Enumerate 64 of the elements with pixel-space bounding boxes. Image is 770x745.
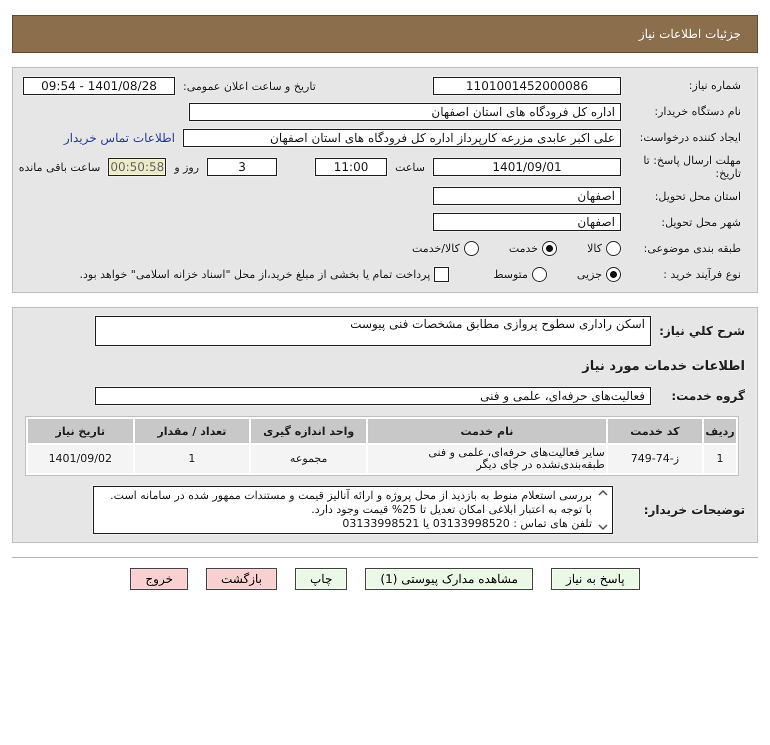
field-label: توضیحات خریدار: [645, 502, 745, 518]
column-header: کد خدمت [608, 419, 702, 444]
radio-label: جزیی [576, 268, 602, 281]
column-header: تعداد / مقدار [134, 419, 250, 444]
section-title: اطلاعات خدمات مورد نیاز [582, 358, 745, 374]
radio-button[interactable] [532, 266, 547, 282]
field-label: شرح کلي نياز: [659, 324, 745, 339]
remaining-time-field: 00:50:58 [108, 158, 166, 176]
action-button[interactable]: چاپ [295, 568, 348, 590]
time-label: ساعت [395, 160, 425, 174]
radio-label: متوسط [493, 268, 528, 281]
action-button[interactable]: مشاهده مدارک پیوستی (1) [365, 568, 533, 590]
table-cell: ز-74-749 [608, 445, 702, 474]
radio-label: خدمت [508, 242, 538, 255]
contact-link[interactable]: اطلاعات تماس خریدار [64, 131, 175, 145]
action-button[interactable]: خروج [130, 568, 188, 590]
table-cell: 1401/09/02 [28, 445, 133, 474]
note-line: با توجه به اعتبار ابلاغی امکان تعدیل تا 25% قیمت وجود دارد. [310, 503, 592, 517]
field-label: طبقه بندی موضوعی: [642, 242, 741, 255]
field-label: نام دستگاه خریدار: [653, 105, 741, 119]
checkbox-label: پرداخت تمام یا بخشی از مبلغ خرید،از محل "اسناد خزانه اسلامی" خواهد بود. [80, 268, 430, 281]
field-label: گروه خدمت: [670, 389, 745, 404]
field-label: نوع فرآیند خرید : [662, 268, 741, 281]
radio-label: کالا [587, 242, 602, 255]
action-button[interactable]: پاسخ به نیاز [550, 568, 640, 590]
column-header: واحد اندازه گیری [251, 419, 366, 444]
table-cell: سایر فعالیت‌های حرفه‌ای، علمی و فنی طبقه‌بندی‌نشده در جای دیگر [368, 445, 606, 474]
radio-button[interactable] [606, 266, 621, 282]
column-header: ردیف [704, 419, 736, 444]
action-button[interactable]: بازگشت [206, 568, 277, 590]
days-label: روز و [174, 160, 200, 174]
buyer-field: اداره کل فرودگاه های استان اصفهان [189, 103, 621, 121]
need-number-field: 1101001452000086 [433, 77, 621, 95]
page-title-bar: جزئیات اطلاعات نیاز [12, 15, 758, 53]
radio-button[interactable] [606, 240, 621, 256]
scroll-down-icon [598, 524, 608, 531]
note-line: تلفن های تماس : 03133998520 یا 03133998521 [341, 516, 592, 531]
field-label: شهر محل تحویل: [660, 216, 741, 229]
radio-label: کالا/خدمت [412, 242, 460, 255]
table-cell: مجموعه [251, 445, 366, 474]
scroll-up-icon [598, 489, 608, 496]
note-line: بررسی استعلام منوط به بازدید از محل پروژه و ارائه آنالیز قیمت و مستندات ممهور شده در سامانه است. [109, 489, 592, 504]
field-label: شماره نیاز: [688, 79, 741, 93]
field-label: استان محل تحویل: [654, 190, 741, 203]
radio-button[interactable] [542, 240, 558, 256]
province-field: اصفهان [433, 187, 621, 206]
deadline-time-field: 11:00 [315, 158, 388, 176]
field-label: تاریخ و ساعت اعلان عمومی: [183, 80, 316, 92]
remaining-label: ساعت باقی مانده [18, 160, 100, 174]
days-field: 3 [207, 158, 278, 176]
city-field: اصفهان [433, 213, 621, 232]
field-label: ایجاد کننده درخواست: [638, 131, 741, 145]
column-header: تاریخ نیاز [28, 419, 133, 444]
creator-field: علی اکبر عابدی مزرعه کارپرداز اداره کل فرودگاه های استان اصفهان [183, 129, 621, 147]
summary-field: اسکن راداری سطوح پروازی مطابق مشخصات فنی پیوست [95, 316, 651, 346]
column-header: نام خدمت [368, 419, 606, 444]
field-label: مهلت ارسال پاسخ: تا تاریخ: [642, 154, 741, 180]
table-cell: 1 [134, 445, 250, 474]
announce-date-field: 1401/08/28 - 09:54 [23, 77, 175, 95]
deadline-date-field: 1401/09/01 [433, 158, 621, 176]
service-group-field: فعالیت‌های حرفه‌ای، علمی و فنی [95, 387, 651, 406]
table-cell: 1 [704, 445, 736, 474]
checkbox[interactable] [434, 266, 450, 282]
radio-button[interactable] [464, 240, 479, 256]
